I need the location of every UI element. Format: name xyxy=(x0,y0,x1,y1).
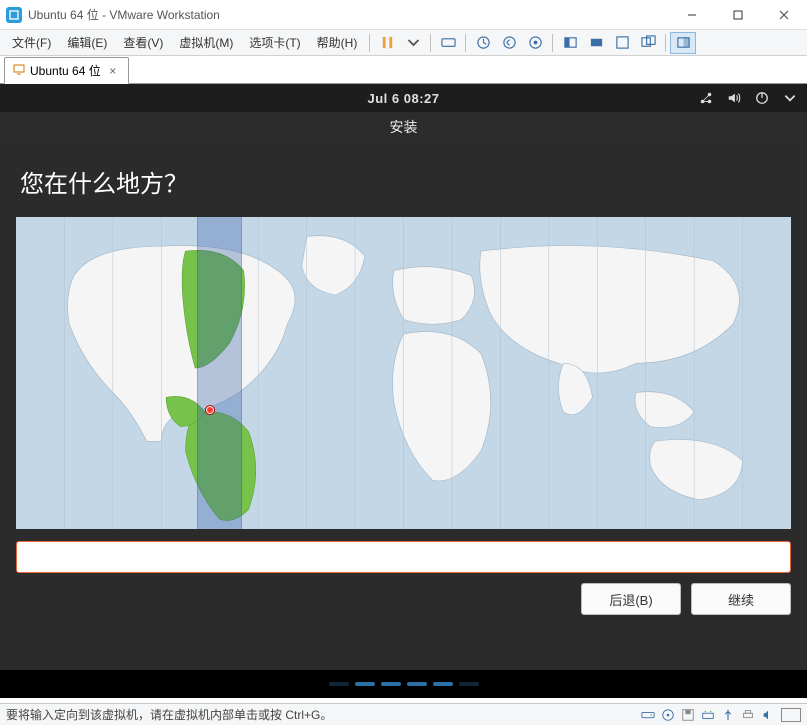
menu-vm[interactable]: 虚拟机(M) xyxy=(171,31,241,54)
vmware-logo-icon xyxy=(6,7,22,23)
menu-tabs[interactable]: 选项卡(T) xyxy=(241,31,308,54)
unity-icon[interactable] xyxy=(635,32,661,54)
back-button[interactable]: 后退(B) xyxy=(581,583,681,615)
usb-icon[interactable] xyxy=(721,708,735,722)
vm-tab-icon xyxy=(13,63,25,78)
dock-dot xyxy=(355,682,375,686)
revert-snapshot-icon[interactable] xyxy=(496,32,522,54)
installer-question: 您在什么地方？ xyxy=(16,164,791,199)
dock-placeholder xyxy=(0,670,807,698)
network-icon xyxy=(699,91,713,105)
window-title: Ubuntu 64 位 - VMware Workstation xyxy=(28,6,669,23)
cd-icon[interactable] xyxy=(661,708,675,722)
snapshot-manager-icon[interactable] xyxy=(522,32,548,54)
installer-header: 安装 xyxy=(0,112,807,142)
device-tray xyxy=(641,708,801,722)
power-icon xyxy=(755,91,769,105)
message-log-icon[interactable] xyxy=(781,708,801,722)
window-titlebar: Ubuntu 64 位 - VMware Workstation xyxy=(0,0,807,30)
toolbar-separator xyxy=(465,34,466,52)
dock-dot xyxy=(329,682,349,686)
suspend-icon[interactable] xyxy=(374,32,400,54)
maximize-button[interactable] xyxy=(715,0,761,30)
toolbar-separator xyxy=(665,34,666,52)
volume-icon xyxy=(727,91,741,105)
dock-dot xyxy=(407,682,427,686)
dock-dot xyxy=(381,682,401,686)
toolbar-separator xyxy=(552,34,553,52)
installer-button-row: 后退(B) 继续 xyxy=(16,583,791,615)
gnome-system-tray[interactable] xyxy=(699,84,797,112)
dropdown-icon[interactable] xyxy=(400,32,426,54)
menu-edit[interactable]: 编辑(E) xyxy=(59,31,115,54)
menubar: 文件(F) 编辑(E) 查看(V) 虚拟机(M) 选项卡(T) 帮助(H) xyxy=(0,30,807,56)
vm-tab-label: Ubuntu 64 位 xyxy=(30,62,101,79)
gnome-top-bar: Jul 6 08:27 xyxy=(0,84,807,112)
installer-body: 您在什么地方？ xyxy=(0,142,807,670)
world-map-svg xyxy=(16,217,791,529)
floppy-icon[interactable] xyxy=(681,708,695,722)
toolbar-separator xyxy=(369,34,370,52)
vm-tab[interactable]: Ubuntu 64 位 × xyxy=(4,57,129,84)
clock[interactable]: Jul 6 08:27 xyxy=(368,91,440,106)
snapshot-icon[interactable] xyxy=(470,32,496,54)
menu-view[interactable]: 查看(V) xyxy=(115,31,171,54)
tab-close-icon[interactable]: × xyxy=(106,64,120,78)
thumbnail-bar-icon[interactable] xyxy=(670,32,696,54)
dock-dot xyxy=(459,682,479,686)
continue-button[interactable]: 继续 xyxy=(691,583,791,615)
sound-icon[interactable] xyxy=(761,708,775,722)
hdd-icon[interactable] xyxy=(641,708,655,722)
statusbar: 要将输入定向到该虚拟机，请在虚拟机内部单击或按 Ctrl+G。 xyxy=(0,703,807,725)
guest-display[interactable]: Jul 6 08:27 安装 您在什么地方？ xyxy=(0,84,807,698)
console-view-icon[interactable] xyxy=(583,32,609,54)
timezone-input[interactable] xyxy=(16,541,791,573)
chevron-down-icon xyxy=(783,91,797,105)
fit-guest-icon[interactable] xyxy=(557,32,583,54)
timezone-highlight xyxy=(197,217,242,529)
send-ctrl-alt-del-icon[interactable] xyxy=(435,32,461,54)
printer-icon[interactable] xyxy=(741,708,755,722)
dock-dot xyxy=(433,682,453,686)
minimize-button[interactable] xyxy=(669,0,715,30)
network-adapter-icon[interactable] xyxy=(701,708,715,722)
close-button[interactable] xyxy=(761,0,807,30)
menu-help[interactable]: 帮助(H) xyxy=(309,31,366,54)
toolbar-separator xyxy=(430,34,431,52)
map-selected-pin xyxy=(205,405,215,415)
tab-strip: Ubuntu 64 位 × xyxy=(0,56,807,84)
fullscreen-icon[interactable] xyxy=(609,32,635,54)
menu-file[interactable]: 文件(F) xyxy=(4,31,59,54)
timezone-map[interactable] xyxy=(16,217,791,529)
status-message: 要将输入定向到该虚拟机，请在虚拟机内部单击或按 Ctrl+G。 xyxy=(6,706,641,723)
